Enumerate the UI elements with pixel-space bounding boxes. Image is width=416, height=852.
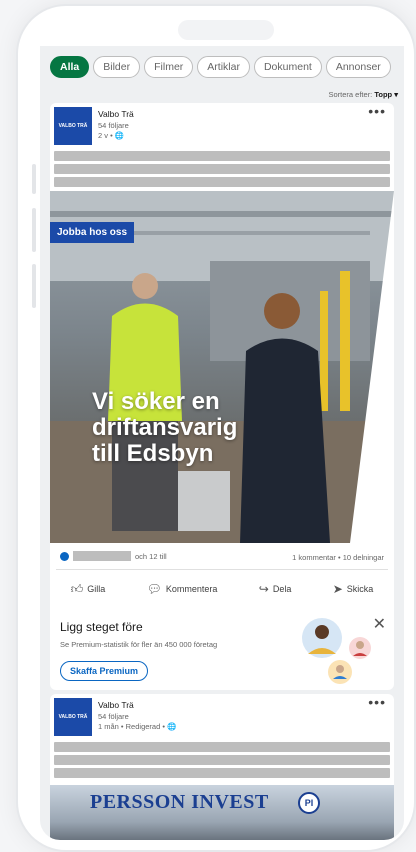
post-image[interactable]: PERSSON INVEST PI: [50, 785, 394, 840]
volume-button: [32, 164, 36, 194]
comment-label: Kommentera: [165, 584, 218, 594]
post-actions: 👍︎ Gilla 💬︎ Kommentera ↪ Dela ➤ Skicka: [50, 577, 394, 601]
promo-subtitle: Se Premium-statistik för fler än 450 000…: [60, 640, 218, 649]
redacted-text: [54, 151, 390, 161]
post-followers: 54 följare: [98, 712, 129, 721]
company-logo[interactable]: VALBO TRÄ: [54, 107, 92, 145]
redacted-name: [73, 551, 131, 561]
post-tag: Jobba hos oss: [50, 222, 135, 243]
comment-button[interactable]: 💬︎ Kommentera: [147, 582, 218, 596]
redacted-text: [54, 164, 390, 174]
post-headline: Vi söker en driftansvarig till Edsbyn: [92, 389, 237, 467]
sort-value: Topp ▾: [374, 90, 398, 99]
post-author[interactable]: Valbo Trä: [98, 109, 134, 119]
send-label: Skicka: [346, 584, 374, 594]
divider: [56, 569, 388, 570]
phone-notch: [178, 20, 274, 40]
filter-articles[interactable]: Artiklar: [197, 56, 250, 78]
post-time: 2 v • 🌐: [98, 131, 125, 140]
phone-frame: Alla Bilder Filmer Artiklar Dokument Ann…: [18, 6, 414, 850]
filter-all[interactable]: Alla: [50, 56, 90, 78]
post-image[interactable]: Jobba hos oss Vi söker en driftansvarig …: [50, 191, 394, 543]
sort-label: Sortera efter:: [328, 90, 373, 99]
redacted-text: [54, 177, 390, 187]
filter-images[interactable]: Bilder: [93, 56, 141, 78]
app-screen: Alla Bilder Filmer Artiklar Dokument Ann…: [40, 46, 404, 840]
headline-line: till Edsbyn: [92, 440, 214, 467]
like-label: Gilla: [87, 584, 106, 594]
promo-title: Ligg steget före: [60, 620, 143, 634]
redacted-text: [54, 755, 390, 765]
post-followers: 54 följare: [98, 121, 129, 130]
feed-post: VALBO TRÄ Valbo Trä 54 följare 1 mån • R…: [50, 694, 394, 840]
promo-illustration: [302, 618, 371, 684]
headline-line: Vi söker en: [92, 388, 220, 415]
more-options-icon[interactable]: •••: [368, 103, 386, 119]
volume-button: [32, 208, 36, 252]
filter-videos[interactable]: Filmer: [144, 56, 194, 78]
reaction-text: och 12 till: [135, 551, 167, 561]
redacted-text: [54, 742, 390, 752]
more-options-icon[interactable]: •••: [368, 694, 386, 710]
feed-post: VALBO TRÄ Valbo Trä 54 följare 2 v • 🌐 •…: [50, 103, 394, 638]
filter-chips: Alla Bilder Filmer Artiklar Dokument Ann…: [40, 56, 404, 82]
company-logo[interactable]: VALBO TRÄ: [54, 698, 92, 736]
send-icon: ➤: [332, 582, 343, 596]
filter-ads[interactable]: Annonser: [325, 56, 391, 78]
get-premium-button[interactable]: Skaffa Premium: [60, 661, 149, 681]
share-button[interactable]: ↪ Dela: [259, 582, 292, 596]
post-time: 1 mån • Redigerad • 🌐: [98, 722, 177, 731]
engagement-counts[interactable]: 1 kommentar • 10 delningar: [292, 553, 384, 562]
factory-scene: [50, 191, 394, 543]
premium-promo: Ligg steget före Se Premium-statistik fö…: [50, 608, 394, 690]
close-icon[interactable]: ✕: [373, 614, 386, 634]
redacted-text: [54, 768, 390, 778]
post-author[interactable]: Valbo Trä: [98, 700, 134, 710]
reaction-summary[interactable]: och 12 till: [60, 551, 167, 561]
like-button[interactable]: 👍︎ Gilla: [71, 582, 106, 597]
share-arrow-icon: ↪: [258, 582, 269, 596]
filter-documents[interactable]: Dokument: [253, 56, 322, 78]
power-button: [32, 264, 36, 308]
building-sign: PERSSON INVEST: [90, 791, 269, 813]
sort-control[interactable]: Sortera efter: Topp ▾: [329, 90, 399, 99]
thumbs-up-icon: 👍︎: [70, 581, 84, 596]
send-button[interactable]: ➤ Skicka: [333, 582, 374, 596]
like-reaction-icon: [60, 551, 69, 561]
image-edge: [350, 191, 394, 543]
share-label: Dela: [272, 584, 292, 594]
sign-logo: PI: [298, 792, 320, 814]
comment-icon: 💬︎: [146, 582, 162, 596]
headline-line: driftansvarig: [92, 414, 238, 441]
